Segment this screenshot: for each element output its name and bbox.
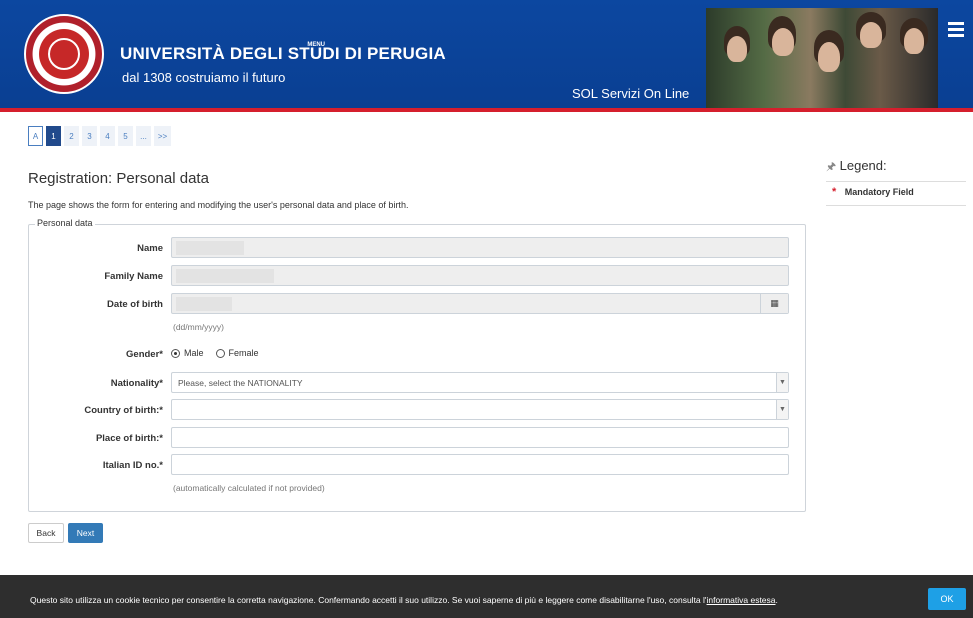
calendar-icon[interactable]: ▦ xyxy=(760,294,788,313)
dob-hint: (dd/mm/yyyy) xyxy=(173,322,224,332)
registration-stepper: A 1 2 3 4 5 ... >> xyxy=(28,126,171,146)
dob-label: Date of birth xyxy=(107,299,163,310)
page-description: The page shows the form for entering and… xyxy=(28,200,409,210)
legend-mandatory-row: * Mandatory Field xyxy=(826,182,966,206)
step-1[interactable]: 1 xyxy=(46,126,61,146)
cookie-policy-link[interactable]: informativa estesa xyxy=(707,595,776,605)
university-seal-logo[interactable] xyxy=(24,14,104,94)
gender-options: Male Female xyxy=(171,348,267,358)
gender-male-radio[interactable] xyxy=(171,348,180,358)
asterisk-icon: * xyxy=(832,186,837,198)
personal-data-fieldset: Personal data Name Family Name Date of b… xyxy=(28,218,806,512)
family-name-input[interactable] xyxy=(171,265,789,286)
step-3[interactable]: 3 xyxy=(82,126,97,146)
country-select[interactable]: ▼ xyxy=(171,399,789,420)
header-photo xyxy=(706,8,938,108)
university-tagline: dal 1308 costruiamo il futuro xyxy=(122,70,286,85)
step-a[interactable]: A xyxy=(28,126,43,146)
page-title: Registration: Personal data xyxy=(28,170,209,187)
seal-center xyxy=(48,38,80,70)
id-hint: (automatically calculated if not provide… xyxy=(173,483,325,493)
gender-female-label[interactable]: Female xyxy=(229,348,259,358)
dob-input[interactable]: ▦ xyxy=(171,293,789,314)
place-label: Place of birth:* xyxy=(95,433,163,444)
back-button[interactable]: Back xyxy=(28,523,64,543)
service-label: SOL Servizi On Line xyxy=(572,86,690,101)
fieldset-legend: Personal data xyxy=(35,218,95,228)
italian-id-input[interactable] xyxy=(171,454,789,475)
id-label: Italian ID no.* xyxy=(102,460,163,471)
nationality-label: Nationality* xyxy=(110,378,163,389)
nationality-select[interactable]: Please, select the NATIONALITY ▼ xyxy=(171,372,789,393)
cookie-message: Questo sito utilizza un cookie tecnico p… xyxy=(30,595,778,605)
cookie-text: Questo sito utilizza un cookie tecnico p… xyxy=(30,595,707,605)
name-label: Name xyxy=(137,243,163,254)
family-name-label: Family Name xyxy=(104,271,163,282)
gender-label: Gender* xyxy=(126,349,163,360)
chevron-down-icon[interactable]: ▼ xyxy=(776,373,788,392)
next-button[interactable]: Next xyxy=(68,523,103,543)
step-2[interactable]: 2 xyxy=(64,126,79,146)
step-4[interactable]: 4 xyxy=(100,126,115,146)
legend-panel: 🖈︎ Legend: * Mandatory Field xyxy=(826,158,966,206)
pin-icon: 🖈︎ xyxy=(826,161,837,173)
country-label: Country of birth:* xyxy=(84,405,163,416)
menu-button[interactable]: MENU xyxy=(307,22,967,52)
legend-mandatory-label: Mandatory Field xyxy=(844,187,914,197)
gender-female-radio[interactable] xyxy=(215,348,225,358)
place-input[interactable] xyxy=(171,427,789,448)
cookie-suffix: . xyxy=(775,595,778,605)
site-header: UNIVERSITÀ DEGLI STUDI DI PERUGIA dal 13… xyxy=(0,0,973,112)
nationality-value: Please, select the NATIONALITY xyxy=(178,378,303,388)
menu-label: MENU xyxy=(307,42,325,48)
step-next[interactable]: >> xyxy=(154,126,171,146)
cookie-banner: Questo sito utilizza un cookie tecnico p… xyxy=(0,575,973,618)
gender-male-label[interactable]: Male xyxy=(184,348,204,358)
chevron-down-icon[interactable]: ▼ xyxy=(776,400,788,419)
step-more[interactable]: ... xyxy=(136,126,151,146)
legend-title-text: Legend: xyxy=(839,158,887,173)
name-input[interactable] xyxy=(171,237,789,258)
step-5[interactable]: 5 xyxy=(118,126,133,146)
legend-title: 🖈︎ Legend: xyxy=(826,158,966,182)
cookie-ok-button[interactable]: OK xyxy=(928,588,966,610)
hamburger-icon xyxy=(948,22,964,25)
university-name[interactable]: UNIVERSITÀ DEGLI STUDI DI PERUGIA xyxy=(120,44,446,64)
